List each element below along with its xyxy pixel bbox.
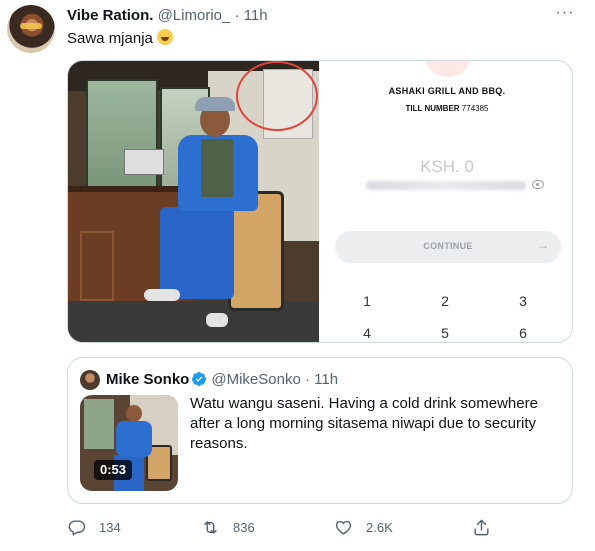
continue-label: CONTINUE bbox=[423, 241, 473, 251]
quote-author-name[interactable]: Mike Sonko bbox=[106, 371, 189, 388]
till-number: 774385 bbox=[461, 104, 489, 113]
reply-button[interactable]: 134 bbox=[67, 515, 121, 539]
author-handle[interactable]: @Limorio_ bbox=[158, 7, 231, 24]
tweet-text-body: Sawa mjanja bbox=[67, 30, 153, 47]
retweet-count: 836 bbox=[233, 519, 255, 535]
heart-icon bbox=[335, 520, 352, 535]
merchant-name: ASHAKI GRILL AND BBQ. bbox=[388, 86, 506, 96]
retweet-button[interactable]: 836 bbox=[201, 515, 255, 539]
keypad-key: 3 bbox=[519, 293, 527, 309]
amount-display: KSH. 0 bbox=[420, 157, 474, 176]
retweet-icon bbox=[204, 520, 217, 534]
quote-time[interactable]: 11h bbox=[314, 371, 338, 388]
reply-count: 134 bbox=[99, 519, 121, 535]
quote-header: Mike Sonko @MikeSonko · 11h bbox=[106, 370, 338, 390]
author-avatar[interactable] bbox=[7, 5, 55, 53]
arrow-right-icon: → bbox=[537, 238, 549, 252]
tears-of-joy-emoji-icon bbox=[157, 29, 174, 45]
author-name[interactable]: Vibe Ration. bbox=[67, 7, 153, 24]
separator-dot: · bbox=[304, 371, 310, 388]
eye-icon bbox=[532, 180, 544, 189]
keypad-key: 6 bbox=[519, 325, 527, 341]
quoted-tweet[interactable]: Mike Sonko @MikeSonko · 11h 0:53 Watu wan… bbox=[67, 357, 573, 504]
tweet-text: Sawa mjanja bbox=[67, 29, 174, 49]
video-duration-badge: 0:53 bbox=[94, 460, 133, 480]
share-button[interactable] bbox=[472, 515, 504, 539]
blurred-balance bbox=[366, 181, 526, 190]
continue-button: CONTINUE → bbox=[335, 231, 561, 263]
highlight-circle bbox=[236, 61, 318, 131]
keypad-key: 4 bbox=[363, 325, 371, 341]
quote-text: Watu wangu saseni. Having a cold drink s… bbox=[190, 395, 538, 452]
till-label: TILL NUMBER bbox=[405, 104, 460, 113]
tweet-media[interactable]: ASHAKI GRILL AND BBQ. TILL NUMBER 774385… bbox=[67, 60, 573, 343]
till-number-row: TILL NUMBER 774385 bbox=[320, 104, 572, 113]
separator-dot: · bbox=[234, 7, 240, 24]
media-photo[interactable] bbox=[68, 61, 319, 342]
share-icon bbox=[474, 519, 489, 535]
quote-video-thumbnail[interactable]: 0:53 bbox=[80, 395, 178, 491]
more-options-icon[interactable]: ··· bbox=[553, 4, 577, 24]
keypad-key: 2 bbox=[441, 293, 449, 309]
keypad-key: 5 bbox=[441, 325, 449, 341]
keypad-key: 1 bbox=[363, 293, 371, 309]
media-payment-screenshot[interactable]: ASHAKI GRILL AND BBQ. TILL NUMBER 774385… bbox=[320, 61, 572, 342]
verified-badge-icon bbox=[192, 372, 207, 386]
quote-author-avatar[interactable] bbox=[80, 370, 100, 390]
reply-icon bbox=[68, 519, 86, 536]
quote-author-handle[interactable]: @MikeSonko bbox=[211, 371, 300, 388]
like-count: 2.6K bbox=[366, 519, 393, 535]
tweet-actions: 134 836 2.6K bbox=[67, 515, 573, 539]
like-button[interactable]: 2.6K bbox=[334, 515, 393, 539]
tweet[interactable]: Vibe Ration. @Limorio_ · 11h ··· Sawa mj… bbox=[0, 0, 595, 551]
tweet-time[interactable]: 11h bbox=[244, 7, 268, 24]
tweet-header: Vibe Ration. @Limorio_ · 11h bbox=[67, 6, 268, 26]
